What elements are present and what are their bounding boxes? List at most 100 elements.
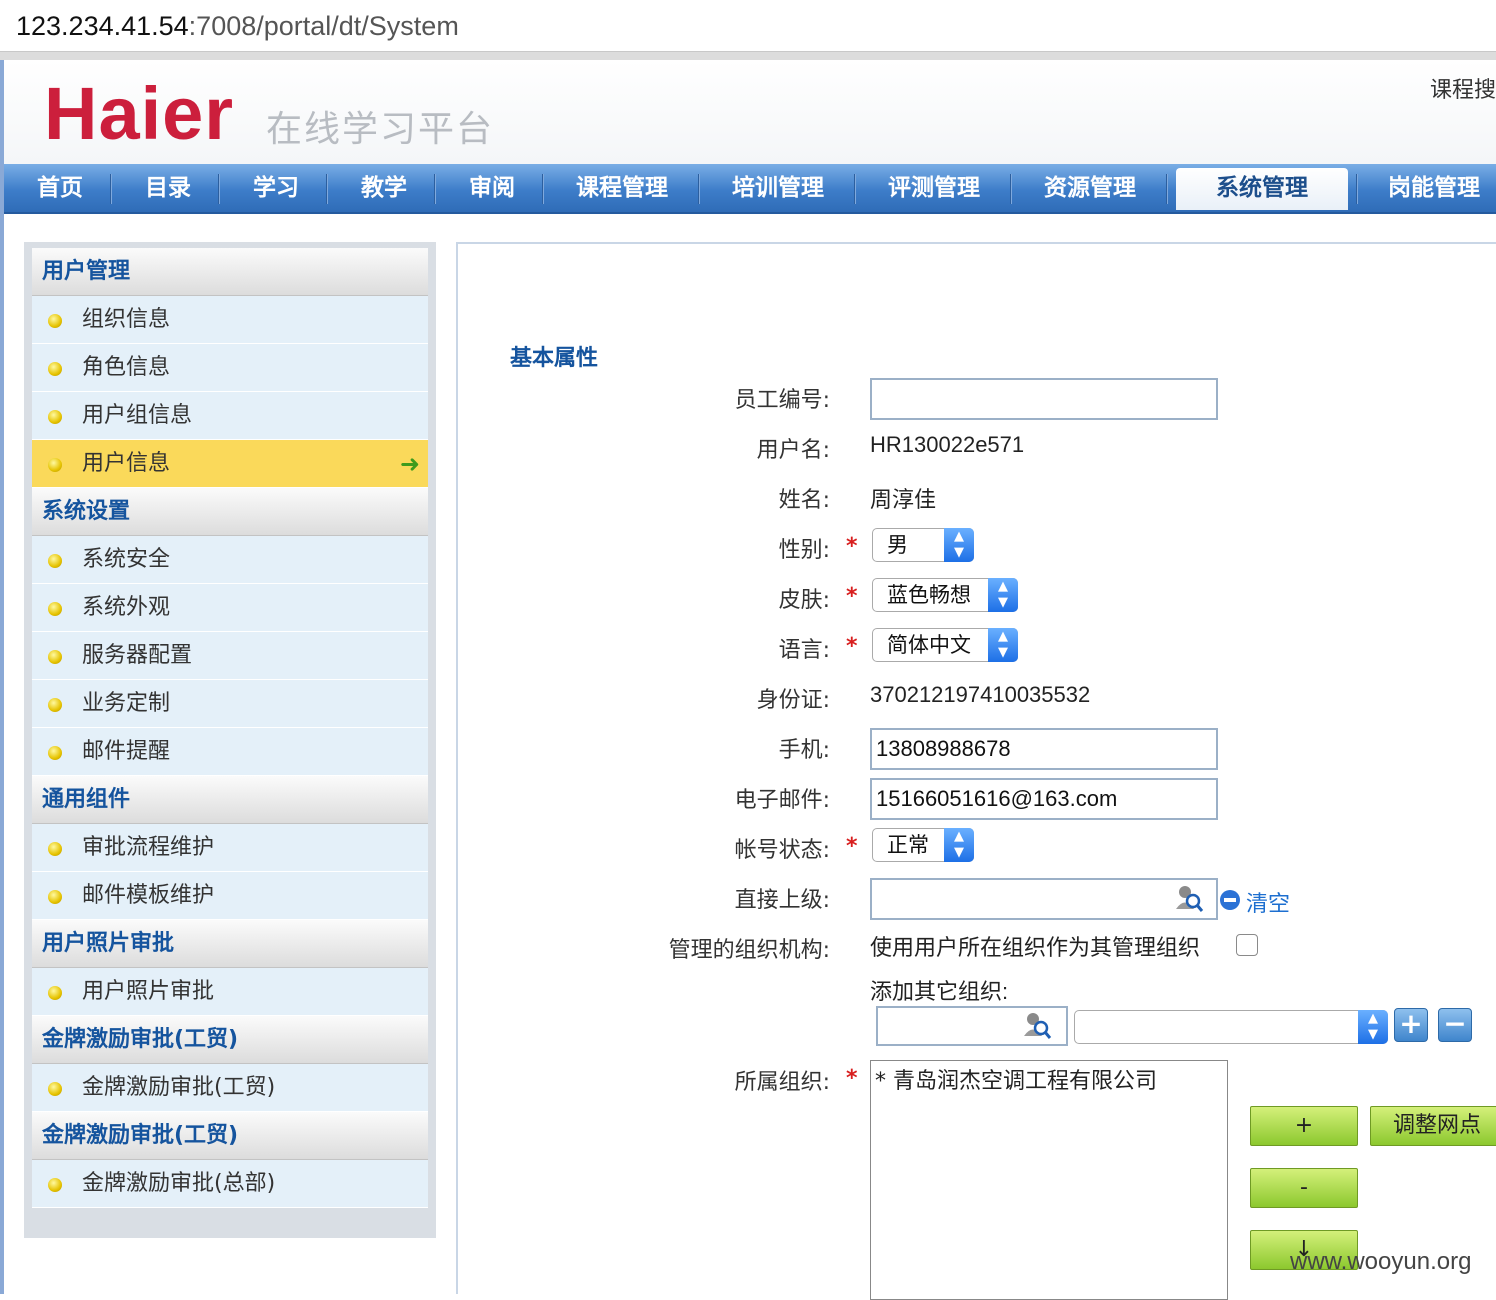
belong-org-item[interactable]: * 青岛润杰空调工程有限公司 [875,1063,1223,1095]
mobile-label: 手机: [778,738,830,763]
nav-separator [542,174,544,204]
skin-select[interactable]: 蓝色畅想 ▲ ▼ [872,578,1018,612]
sidebar-item-label: 金牌激励审批(总部) [82,1171,276,1196]
bullet-icon [48,458,62,472]
sidebar-item-label: 用户组信息 [82,403,193,428]
sidebar-item-org-info[interactable]: 组织信息 [32,296,428,344]
clear-supervisor-link[interactable]: 清空 [1246,886,1290,918]
nav-learn[interactable]: 学习 [244,164,308,212]
mobile-input[interactable]: 13808988678 [870,728,1218,770]
add-org-button[interactable]: + [1394,1008,1428,1042]
nav-course-management[interactable]: 课程管理 [564,164,680,212]
browser-url-bar[interactable]: 123.234.41.54:7008/portal/dt/System [0,0,1496,52]
sidebar-group-gold-incentive-trade[interactable]: 金牌激励审批(工贸) [32,1016,428,1064]
adjust-outlet-button[interactable]: 调整网点 [1370,1106,1496,1146]
bullet-icon [48,410,62,424]
user-form-panel: 基本属性 员工编号: 用户名: HR130022e571 姓名: 周淳佳 性别:… [456,242,1496,1300]
nav-separator [1166,174,1168,204]
email-input[interactable]: 15166051616@163.com [870,778,1218,820]
name-value: 周淳佳 [870,487,937,512]
nav-separator [1010,174,1012,204]
use-own-org-checkbox[interactable] [1236,934,1258,956]
required-mark: * [846,1066,858,1091]
nav-home[interactable]: 首页 [28,164,92,212]
section-title: 基本属性 [510,346,599,371]
nav-assessment-management[interactable]: 评测管理 [876,164,992,212]
sidebar-item-label: 用户信息 [82,451,171,476]
nav-position-management[interactable]: 岗能管理 [1374,164,1494,212]
arrow-right-icon: ➜ [399,450,420,478]
browser-divider [0,52,1496,60]
sidebar-group-system-settings[interactable]: 系统设置 [32,488,428,536]
other-org-select[interactable]: ▲ ▼ [1074,1010,1388,1044]
bullet-icon [48,698,62,712]
bullet-icon [48,890,62,904]
account-status-select[interactable]: 正常 ▲ ▼ [872,828,974,862]
clear-icon[interactable] [1220,890,1240,910]
sidebar-item-system-appearance[interactable]: 系统外观 [32,584,428,632]
org-remove-button[interactable]: - [1250,1168,1358,1208]
bullet-icon [48,362,62,376]
sidebar-item-gold-incentive-trade[interactable]: 金牌激励审批(工贸) [32,1064,428,1112]
supervisor-input[interactable] [870,878,1218,920]
sidebar-item-gold-incentive-hq[interactable]: 金牌激励审批(总部) [32,1160,428,1208]
sidebar-group-user-management[interactable]: 用户管理 [32,248,428,296]
url-host: 123.234.41.54 [16,11,189,41]
employee-id-input[interactable] [870,378,1218,420]
url-text[interactable]: 123.234.41.54:7008/portal/dt/System [16,8,459,44]
required-mark: * [846,834,858,859]
employee-id-label: 员工编号: [734,388,830,413]
skin-selected: 蓝色畅想 [887,583,971,607]
bullet-icon [48,842,62,856]
sidebar-item-system-security[interactable]: 系统安全 [32,536,428,584]
managed-orgs-label: 管理的组织机构: [668,938,830,963]
nav-teach[interactable]: 教学 [352,164,416,212]
site-header: Haier 在线学习平台 课程搜 [4,60,1496,164]
sidebar-item-label: 审批流程维护 [82,835,215,860]
sidebar-item-mail-reminder[interactable]: 邮件提醒 [32,728,428,776]
sidebar-item-usergroup-info[interactable]: 用户组信息 [32,392,428,440]
username-label: 用户名: [756,438,830,463]
sidebar-group-common-components[interactable]: 通用组件 [32,776,428,824]
bullet-icon [48,314,62,328]
sidebar-item-label: 用户照片审批 [82,979,215,1004]
supervisor-label: 直接上级: [734,888,830,913]
nav-review[interactable]: 审阅 [460,164,524,212]
belong-org-listbox[interactable]: * 青岛润杰空调工程有限公司 [870,1060,1228,1300]
bullet-icon [48,1082,62,1096]
id-card-value: 370212197410035532 [870,682,1091,707]
main-nav: 首页 目录 学习 教学 审阅 课程管理 培训管理 评测管理 资源管理 系统管理 … [4,164,1496,214]
sidebar-item-server-config[interactable]: 服务器配置 [32,632,428,680]
sidebar-group-gold-incentive-trade-2[interactable]: 金牌激励审批(工贸) [32,1112,428,1160]
required-mark: * [846,634,858,659]
nav-system-management[interactable]: 系统管理 [1202,164,1322,212]
nav-separator [1356,174,1358,204]
org-add-button[interactable]: + [1250,1106,1358,1146]
required-mark: * [846,584,858,609]
sidebar-item-photo-approval[interactable]: 用户照片审批 [32,968,428,1016]
sidebar-item-approval-flow[interactable]: 审批流程维护 [32,824,428,872]
sidebar: 用户管理 组织信息 角色信息 用户组信息 用户信息 ➜ 系统设置 系统安全 系统外… [24,242,436,1238]
language-selected: 简体中文 [887,633,971,657]
language-select[interactable]: 简体中文 ▲ ▼ [872,628,1018,662]
required-mark: * [846,534,858,559]
select-arrows-icon: ▲ ▼ [988,628,1018,662]
user-search-icon[interactable] [1174,883,1204,913]
remove-org-button[interactable]: − [1438,1008,1472,1042]
gender-selected: 男 [887,533,908,557]
sidebar-item-mail-template[interactable]: 邮件模板维护 [32,872,428,920]
sidebar-item-label: 系统外观 [82,595,171,620]
sidebar-item-user-info[interactable]: 用户信息 ➜ [32,440,428,488]
nav-training-management[interactable]: 培训管理 [720,164,836,212]
sidebar-group-photo-approval[interactable]: 用户照片审批 [32,920,428,968]
course-search-link[interactable]: 课程搜 [1430,72,1496,104]
id-card-label: 身份证: [756,688,830,713]
org-search-icon[interactable] [1022,1010,1052,1040]
sidebar-item-business-custom[interactable]: 业务定制 [32,680,428,728]
belong-org-label: 所属组织: [734,1070,830,1095]
nav-catalog[interactable]: 目录 [136,164,200,212]
nav-resource-management[interactable]: 资源管理 [1032,164,1148,212]
haier-logo[interactable]: Haier [44,74,234,154]
gender-select[interactable]: 男 ▲ ▼ [872,528,974,562]
sidebar-item-role-info[interactable]: 角色信息 [32,344,428,392]
